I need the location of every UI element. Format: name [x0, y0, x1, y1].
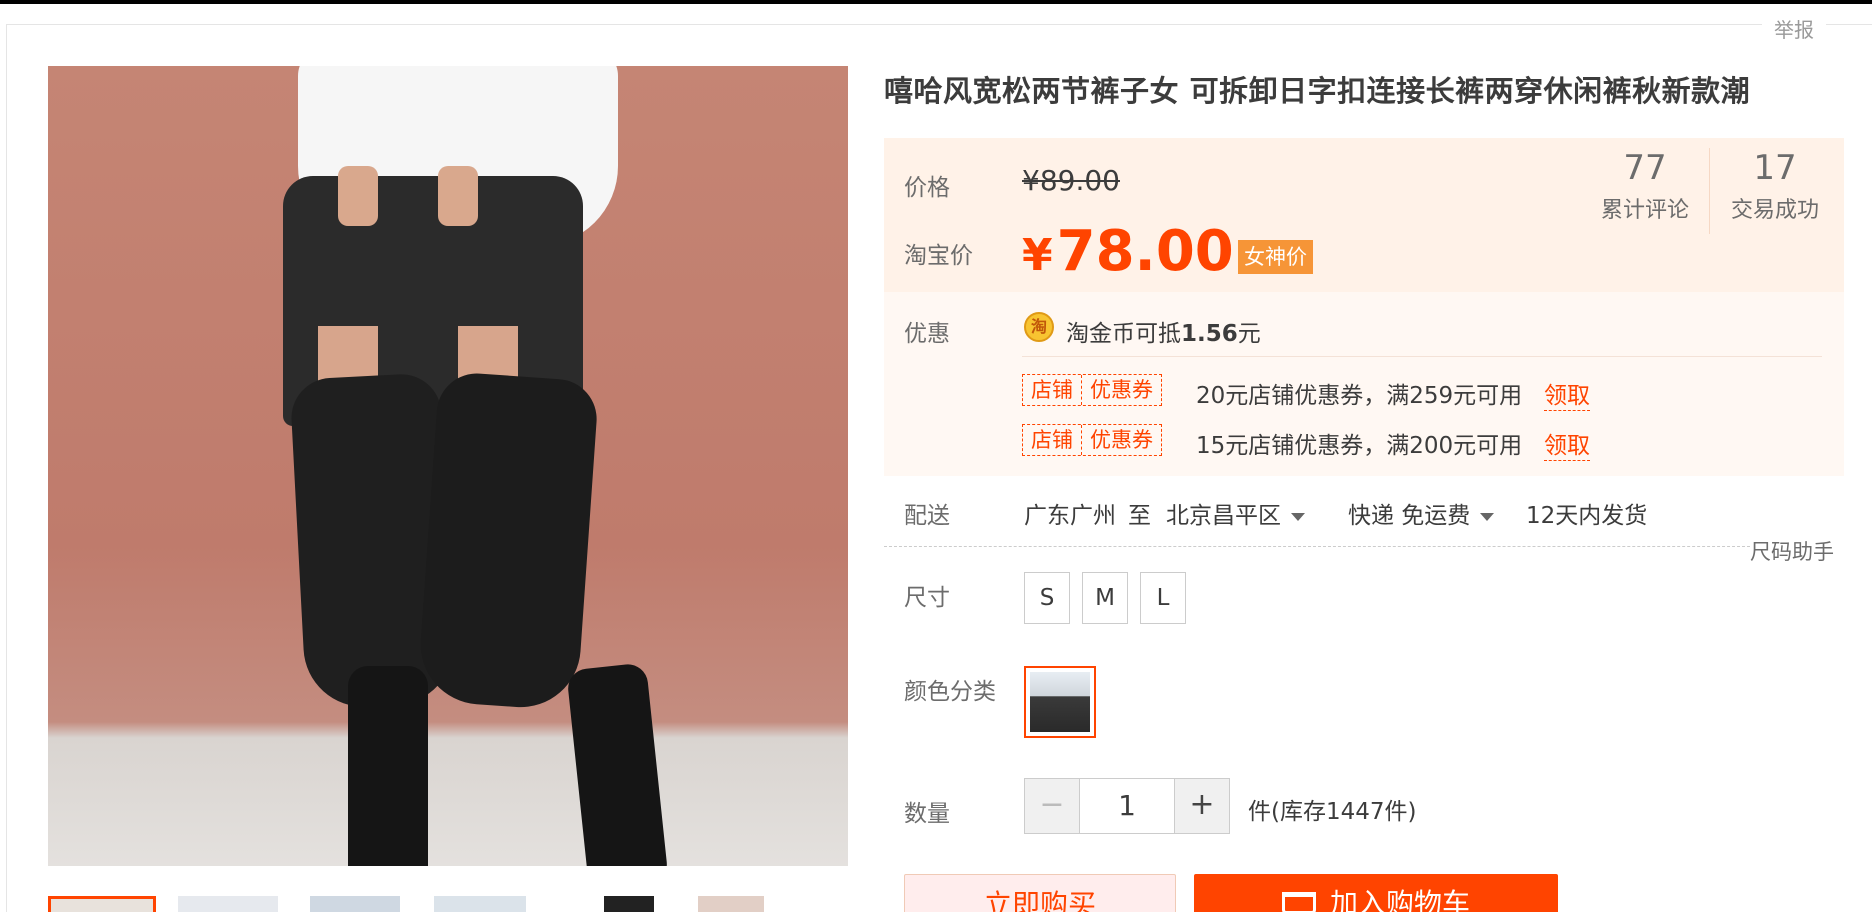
- ship-from: 广东广州: [1024, 503, 1116, 529]
- cart-icon: [1281, 892, 1316, 912]
- quantity-decrease-button[interactable]: −: [1025, 779, 1079, 833]
- size-helper-link[interactable]: 尺码助手: [1750, 536, 1834, 566]
- price-tag-badge: 女神价: [1238, 240, 1313, 274]
- top-black-bar: [0, 0, 1872, 4]
- coin-offer-text: 淘金币可抵: [1066, 321, 1181, 347]
- coupon-description: 15元店铺优惠券，满200元可用: [1196, 433, 1523, 459]
- current-price-value: 78.00: [1056, 219, 1234, 284]
- quantity-increase-button[interactable]: +: [1175, 779, 1229, 833]
- main-product-image[interactable]: [48, 66, 848, 866]
- destination-text: 北京昌平区: [1166, 503, 1281, 529]
- quantity-stepper: − 1 +: [1024, 778, 1230, 834]
- taobao-price-label: 淘宝价: [904, 243, 973, 269]
- caret-down-icon: [1291, 512, 1305, 521]
- coupon-tag: 店铺 优惠券: [1022, 424, 1162, 456]
- coupon-tag-type: 优惠券: [1081, 425, 1161, 455]
- size-option-m[interactable]: M: [1082, 572, 1128, 624]
- shipping-label: 配送: [904, 503, 950, 529]
- size-option-s[interactable]: S: [1024, 572, 1070, 624]
- caret-down-icon: [1480, 512, 1495, 521]
- thumbnail-item[interactable]: [178, 896, 278, 912]
- destination-selector[interactable]: 北京昌平区: [1166, 496, 1305, 530]
- promo-divider: [1022, 356, 1822, 357]
- deal-label: 交易成功: [1730, 198, 1819, 223]
- coupon-claim-link[interactable]: 领取: [1544, 376, 1590, 411]
- thumbnail-item[interactable]: [698, 896, 764, 912]
- coin-offer-amount: 1.56: [1181, 321, 1238, 347]
- coupon-claim-link[interactable]: 领取: [1544, 426, 1590, 461]
- review-count: 77: [1623, 148, 1667, 188]
- promo-label: 优惠: [904, 321, 950, 347]
- coin-offer-unit: 元: [1237, 321, 1261, 347]
- image-leg-right: [416, 370, 600, 712]
- quantity-input[interactable]: 1: [1079, 779, 1175, 833]
- deal-count: 17: [1753, 148, 1797, 188]
- price-label: 价格: [904, 175, 950, 201]
- shipping-method-text: 快递 免运费: [1348, 503, 1471, 529]
- color-label: 颜色分类: [904, 679, 996, 705]
- image-boot-left: [348, 666, 428, 866]
- coupon-tag-type: 优惠券: [1081, 375, 1161, 405]
- stock-info: 件(库存1447件): [1248, 799, 1417, 825]
- coupon-description: 20元店铺优惠券，满259元可用: [1196, 383, 1523, 409]
- add-to-cart-button[interactable]: 加入购物车: [1194, 874, 1558, 912]
- color-option-swatch[interactable]: [1024, 666, 1096, 738]
- image-hand-left: [338, 166, 378, 226]
- coupon-tag-shop: 店铺: [1031, 378, 1073, 402]
- section-divider: [884, 546, 1750, 547]
- thumbnail-item[interactable]: [310, 896, 400, 912]
- size-option-l[interactable]: L: [1140, 572, 1186, 624]
- ship-to-word: 至: [1128, 503, 1151, 529]
- size-label: 尺寸: [904, 585, 950, 611]
- current-price: ¥78.00: [1022, 222, 1234, 286]
- report-link[interactable]: 举报: [1762, 14, 1826, 43]
- stat-divider: [1709, 148, 1710, 234]
- original-price: ¥89.00: [1022, 164, 1120, 197]
- add-to-cart-label: 加入购物车: [1329, 887, 1470, 912]
- deal-stat[interactable]: 17 交易成功: [1720, 148, 1830, 224]
- image-hand-right: [438, 166, 478, 226]
- coin-offer: 淘金币可抵1.56元: [1066, 314, 1261, 348]
- thumbnail-item[interactable]: [604, 896, 654, 912]
- product-title: 嘻哈风宽松两节裤子女 可拆卸日字扣连接长裤两穿休闲裤秋新款潮: [884, 74, 1751, 108]
- coupon-tag: 店铺 优惠券: [1022, 374, 1162, 406]
- quantity-label: 数量: [904, 801, 950, 827]
- review-stat[interactable]: 77 累计评论: [1590, 148, 1700, 224]
- thumbnail-item[interactable]: [48, 896, 156, 912]
- color-swatch-image: [1030, 672, 1090, 732]
- review-label: 累计评论: [1600, 198, 1689, 223]
- coupon-tag-shop: 店铺: [1031, 428, 1073, 452]
- thumbnail-strip: [48, 896, 848, 912]
- currency-symbol: ¥: [1022, 230, 1053, 281]
- buy-now-button[interactable]: 立即购买: [904, 874, 1176, 912]
- shipping-method-selector[interactable]: 快递 免运费: [1348, 496, 1495, 530]
- dispatch-time: 12天内发货: [1526, 503, 1648, 529]
- coin-icon: 淘: [1024, 312, 1054, 342]
- thumbnail-item[interactable]: [434, 896, 526, 912]
